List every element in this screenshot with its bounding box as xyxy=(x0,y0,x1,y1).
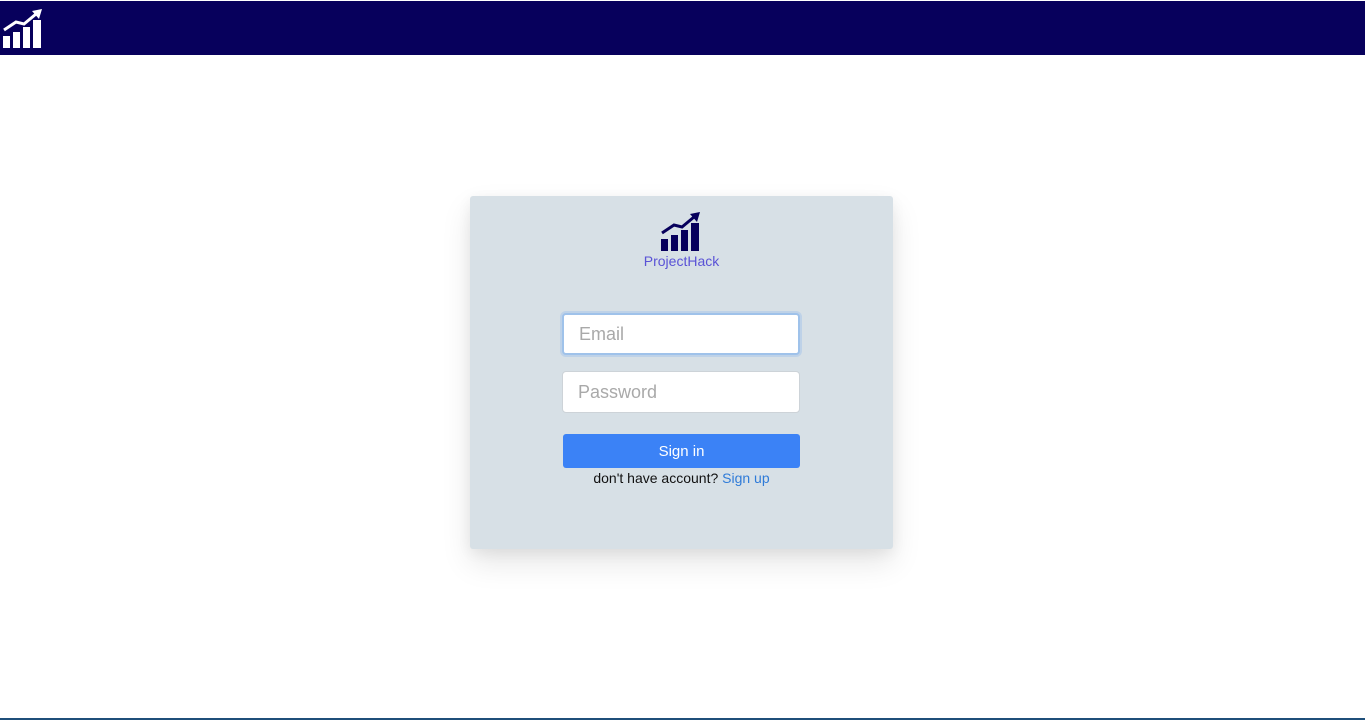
bottom-divider xyxy=(0,718,1365,720)
signup-row: don't have account? Sign up xyxy=(470,470,893,486)
sign-in-button[interactable]: Sign in xyxy=(563,434,800,468)
sign-up-link[interactable]: Sign up xyxy=(722,470,769,486)
signup-prompt: don't have account? xyxy=(593,470,723,486)
login-card: ProjectHack Sign in don't have account? … xyxy=(470,196,893,549)
email-field[interactable] xyxy=(562,313,800,355)
chart-growth-icon xyxy=(661,212,700,251)
password-field[interactable] xyxy=(562,371,800,413)
top-navbar xyxy=(0,1,1365,55)
chart-growth-icon[interactable] xyxy=(2,8,44,48)
brand-name: ProjectHack xyxy=(643,253,720,269)
